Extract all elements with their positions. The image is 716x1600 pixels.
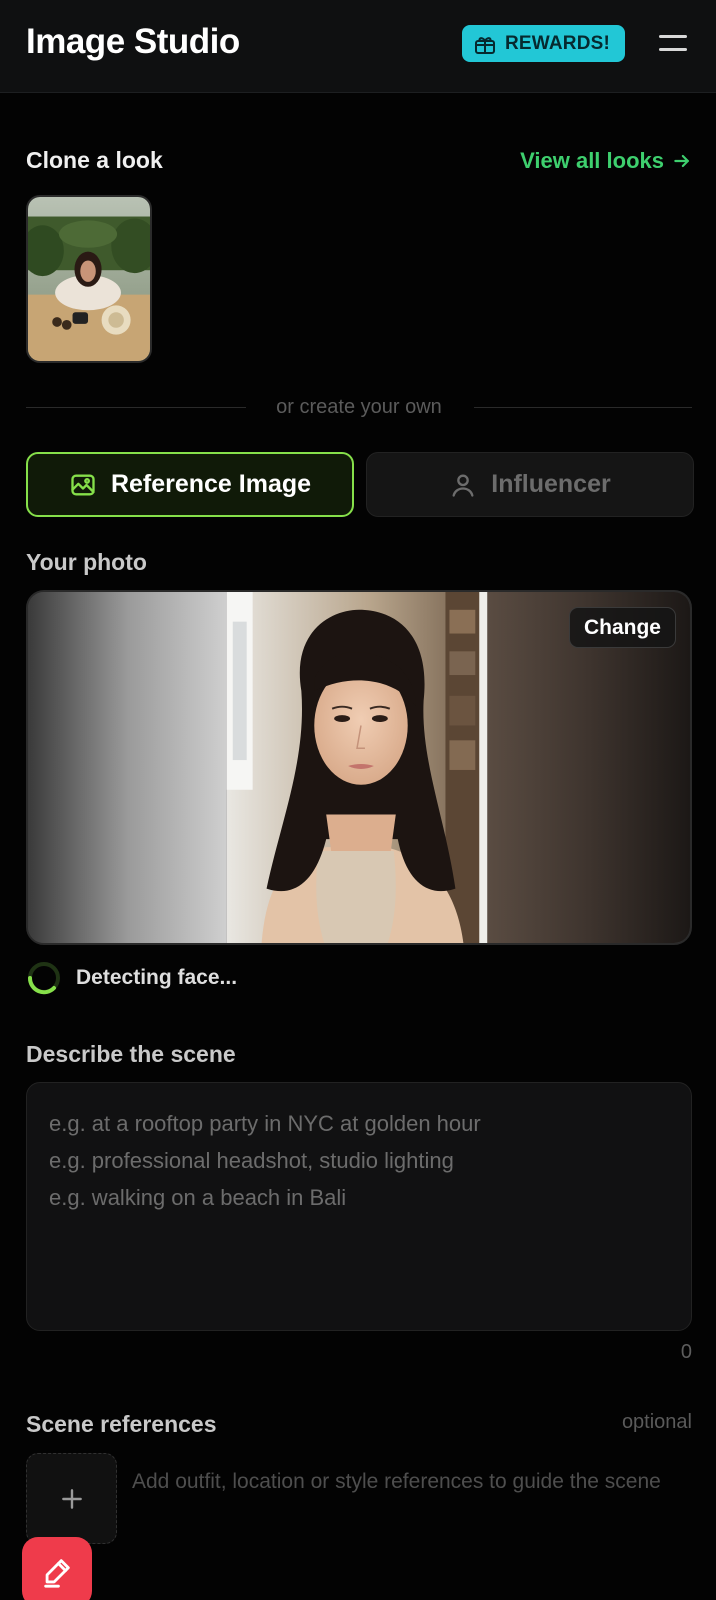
look-thumbnail[interactable] [26, 195, 152, 363]
view-all-looks-link[interactable]: View all looks [520, 148, 692, 174]
character-count: 0 [680, 1341, 692, 1363]
optional-label: optional [621, 1411, 692, 1433]
tab-reference-image[interactable]: Reference Image [26, 452, 354, 517]
tab-reference-image-label: Reference Image [110, 470, 312, 498]
clone-look-title: Clone a look [26, 147, 163, 173]
scene-references-title: Scene references [26, 1411, 217, 1437]
plus-icon [61, 1488, 82, 1509]
app-title: Image Studio [26, 22, 240, 61]
add-reference-button[interactable] [26, 1453, 117, 1544]
look-photo [28, 197, 150, 361]
describe-scene-title: Describe the scene [26, 1041, 236, 1067]
scene-description-input[interactable] [26, 1082, 692, 1331]
face-detection-status: Detecting face... [26, 960, 237, 996]
your-photo-title: Your photo [26, 549, 147, 575]
tab-influencer[interactable]: Influencer [366, 452, 694, 517]
arrow-right-icon [674, 154, 689, 168]
user-icon [452, 474, 474, 497]
rewards-label: REWARDS! [505, 32, 611, 54]
image-studio-page: Image Studio REWARDS! Clone a look View … [0, 0, 716, 1600]
change-photo-button[interactable]: Change [569, 607, 676, 648]
edit-fab-button[interactable] [22, 1537, 92, 1600]
image-icon [71, 474, 95, 495]
pen-edit-icon [44, 1559, 70, 1588]
divider-text: or create your own [276, 396, 442, 418]
view-all-looks-label: View all looks [520, 148, 664, 173]
hamburger-menu-icon[interactable] [657, 30, 689, 58]
detecting-face-text: Detecting face... [76, 966, 238, 989]
reference-hint-text: Add outfit, location or style references… [132, 1470, 661, 1493]
gift-box-icon [475, 36, 495, 54]
app-header: Image Studio REWARDS! [0, 0, 716, 93]
tab-influencer-label: Influencer [491, 470, 611, 498]
rewards-button[interactable]: REWARDS! [462, 25, 625, 62]
loading-spinner-icon [27, 962, 60, 995]
or-divider: or create your own [26, 396, 692, 418]
